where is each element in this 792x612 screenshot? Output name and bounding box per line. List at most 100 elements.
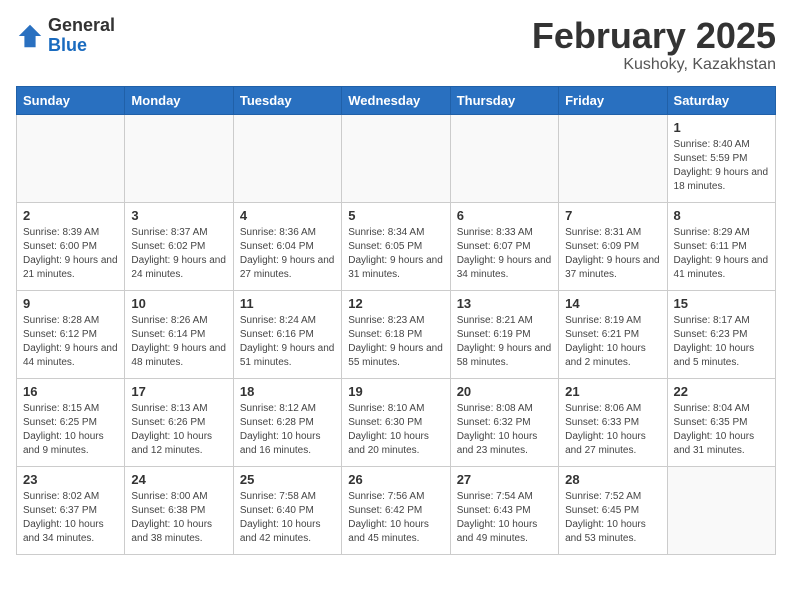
- day-cell: 18Sunrise: 8:12 AM Sunset: 6:28 PM Dayli…: [233, 378, 341, 466]
- week-row: 1 Sunrise: 8:40 AM Sunset: 5:59 PM Daylig…: [17, 114, 776, 202]
- day-number: 16: [23, 384, 118, 399]
- day-number: 27: [457, 472, 552, 487]
- day-cell: 19Sunrise: 8:10 AM Sunset: 6:30 PM Dayli…: [342, 378, 450, 466]
- day-info: Sunrise: 8:24 AM Sunset: 6:16 PM Dayligh…: [240, 314, 335, 370]
- day-cell: 15 Sunrise: 8:17 AM Sunset: 6:23 PM Dayli…: [667, 290, 775, 378]
- day-info: Sunrise: 8:21 AM Sunset: 6:19 PM Dayligh…: [457, 314, 552, 370]
- day-cell: [667, 466, 775, 554]
- day-cell: 2 Sunrise: 8:39 AM Sunset: 6:00 PM Daylig…: [17, 202, 125, 290]
- day-number: 17: [131, 384, 226, 399]
- day-info: Sunrise: 8:26 AM Sunset: 6:14 PM Dayligh…: [131, 314, 226, 370]
- day-number: 5: [348, 208, 443, 223]
- day-number: 6: [457, 208, 552, 223]
- day-cell: [450, 114, 558, 202]
- header-day: Saturday: [667, 86, 775, 114]
- day-info: Sunrise: 7:58 AM Sunset: 6:40 PM Dayligh…: [240, 490, 335, 546]
- day-info: Sunrise: 8:17 AM Sunset: 6:23 PM Dayligh…: [674, 314, 769, 370]
- calendar-body: 1 Sunrise: 8:40 AM Sunset: 5:59 PM Daylig…: [17, 114, 776, 554]
- day-number: 25: [240, 472, 335, 487]
- calendar-subtitle: Kushoky, Kazakhstan: [532, 56, 776, 74]
- day-info: Sunrise: 8:13 AM Sunset: 6:26 PM Dayligh…: [131, 402, 226, 458]
- day-info: Sunrise: 8:29 AM Sunset: 6:11 PM Dayligh…: [674, 226, 769, 282]
- day-number: 20: [457, 384, 552, 399]
- day-info: Sunrise: 8:10 AM Sunset: 6:30 PM Dayligh…: [348, 402, 443, 458]
- calendar-table: SundayMondayTuesdayWednesdayThursdayFrid…: [16, 86, 776, 555]
- day-cell: [559, 114, 667, 202]
- day-cell: 4Sunrise: 8:36 AM Sunset: 6:04 PM Daylig…: [233, 202, 341, 290]
- day-number: 1: [674, 120, 769, 135]
- week-row: 9 Sunrise: 8:28 AM Sunset: 6:12 PM Daylig…: [17, 290, 776, 378]
- day-cell: 9 Sunrise: 8:28 AM Sunset: 6:12 PM Daylig…: [17, 290, 125, 378]
- header-row: SundayMondayTuesdayWednesdayThursdayFrid…: [17, 86, 776, 114]
- day-cell: [342, 114, 450, 202]
- day-cell: [17, 114, 125, 202]
- day-cell: 13 Sunrise: 8:21 AM Sunset: 6:19 PM Dayli…: [450, 290, 558, 378]
- day-number: 14: [565, 296, 660, 311]
- day-info: Sunrise: 8:40 AM Sunset: 5:59 PM Dayligh…: [674, 138, 769, 194]
- day-cell: [233, 114, 341, 202]
- day-info: Sunrise: 8:06 AM Sunset: 6:33 PM Dayligh…: [565, 402, 660, 458]
- day-cell: 5 Sunrise: 8:34 AM Sunset: 6:05 PM Daylig…: [342, 202, 450, 290]
- logo: General Blue: [16, 16, 115, 56]
- day-info: Sunrise: 8:00 AM Sunset: 6:38 PM Dayligh…: [131, 490, 226, 546]
- calendar-header: SundayMondayTuesdayWednesdayThursdayFrid…: [17, 86, 776, 114]
- day-cell: 24 Sunrise: 8:00 AM Sunset: 6:38 PM Dayli…: [125, 466, 233, 554]
- day-cell: 22 Sunrise: 8:04 AM Sunset: 6:35 PM Dayli…: [667, 378, 775, 466]
- day-info: Sunrise: 8:23 AM Sunset: 6:18 PM Dayligh…: [348, 314, 443, 370]
- week-row: 23 Sunrise: 8:02 AM Sunset: 6:37 PM Dayli…: [17, 466, 776, 554]
- day-number: 24: [131, 472, 226, 487]
- day-info: Sunrise: 8:19 AM Sunset: 6:21 PM Dayligh…: [565, 314, 660, 370]
- day-cell: 25 Sunrise: 7:58 AM Sunset: 6:40 PM Dayli…: [233, 466, 341, 554]
- calendar-title: February 2025: [532, 16, 776, 56]
- day-cell: 8 Sunrise: 8:29 AM Sunset: 6:11 PM Daylig…: [667, 202, 775, 290]
- week-row: 2 Sunrise: 8:39 AM Sunset: 6:00 PM Daylig…: [17, 202, 776, 290]
- day-cell: 21Sunrise: 8:06 AM Sunset: 6:33 PM Dayli…: [559, 378, 667, 466]
- day-cell: 27 Sunrise: 7:54 AM Sunset: 6:43 PM Dayli…: [450, 466, 558, 554]
- day-number: 2: [23, 208, 118, 223]
- page-header: General Blue February 2025 Kushoky, Kaza…: [16, 16, 776, 74]
- day-number: 26: [348, 472, 443, 487]
- logo-icon: [16, 22, 44, 50]
- day-number: 28: [565, 472, 660, 487]
- day-info: Sunrise: 7:52 AM Sunset: 6:45 PM Dayligh…: [565, 490, 660, 546]
- day-number: 11: [240, 296, 335, 311]
- day-cell: 12 Sunrise: 8:23 AM Sunset: 6:18 PM Dayli…: [342, 290, 450, 378]
- day-cell: 26 Sunrise: 7:56 AM Sunset: 6:42 PM Dayli…: [342, 466, 450, 554]
- week-row: 16 Sunrise: 8:15 AM Sunset: 6:25 PM Dayli…: [17, 378, 776, 466]
- day-info: Sunrise: 8:02 AM Sunset: 6:37 PM Dayligh…: [23, 490, 118, 546]
- day-cell: 14 Sunrise: 8:19 AM Sunset: 6:21 PM Dayli…: [559, 290, 667, 378]
- day-number: 23: [23, 472, 118, 487]
- logo-blue-text: Blue: [48, 36, 115, 56]
- header-day: Wednesday: [342, 86, 450, 114]
- day-info: Sunrise: 8:34 AM Sunset: 6:05 PM Dayligh…: [348, 226, 443, 282]
- day-number: 8: [674, 208, 769, 223]
- day-info: Sunrise: 8:04 AM Sunset: 6:35 PM Dayligh…: [674, 402, 769, 458]
- header-day: Sunday: [17, 86, 125, 114]
- day-number: 3: [131, 208, 226, 223]
- day-number: 18: [240, 384, 335, 399]
- day-cell: 3 Sunrise: 8:37 AM Sunset: 6:02 PM Daylig…: [125, 202, 233, 290]
- day-cell: 28 Sunrise: 7:52 AM Sunset: 6:45 PM Dayli…: [559, 466, 667, 554]
- day-info: Sunrise: 8:39 AM Sunset: 6:00 PM Dayligh…: [23, 226, 118, 282]
- day-number: 9: [23, 296, 118, 311]
- day-info: Sunrise: 8:15 AM Sunset: 6:25 PM Dayligh…: [23, 402, 118, 458]
- day-cell: 17 Sunrise: 8:13 AM Sunset: 6:26 PM Dayli…: [125, 378, 233, 466]
- header-day: Tuesday: [233, 86, 341, 114]
- day-number: 22: [674, 384, 769, 399]
- day-cell: [125, 114, 233, 202]
- header-day: Thursday: [450, 86, 558, 114]
- day-info: Sunrise: 8:33 AM Sunset: 6:07 PM Dayligh…: [457, 226, 552, 282]
- day-cell: 1 Sunrise: 8:40 AM Sunset: 5:59 PM Daylig…: [667, 114, 775, 202]
- day-cell: 23 Sunrise: 8:02 AM Sunset: 6:37 PM Dayli…: [17, 466, 125, 554]
- day-info: Sunrise: 8:08 AM Sunset: 6:32 PM Dayligh…: [457, 402, 552, 458]
- day-number: 12: [348, 296, 443, 311]
- day-number: 13: [457, 296, 552, 311]
- day-info: Sunrise: 7:56 AM Sunset: 6:42 PM Dayligh…: [348, 490, 443, 546]
- day-number: 7: [565, 208, 660, 223]
- day-cell: 11 Sunrise: 8:24 AM Sunset: 6:16 PM Dayli…: [233, 290, 341, 378]
- day-number: 15: [674, 296, 769, 311]
- day-info: Sunrise: 8:37 AM Sunset: 6:02 PM Dayligh…: [131, 226, 226, 282]
- day-number: 10: [131, 296, 226, 311]
- day-info: Sunrise: 8:28 AM Sunset: 6:12 PM Dayligh…: [23, 314, 118, 370]
- day-info: Sunrise: 7:54 AM Sunset: 6:43 PM Dayligh…: [457, 490, 552, 546]
